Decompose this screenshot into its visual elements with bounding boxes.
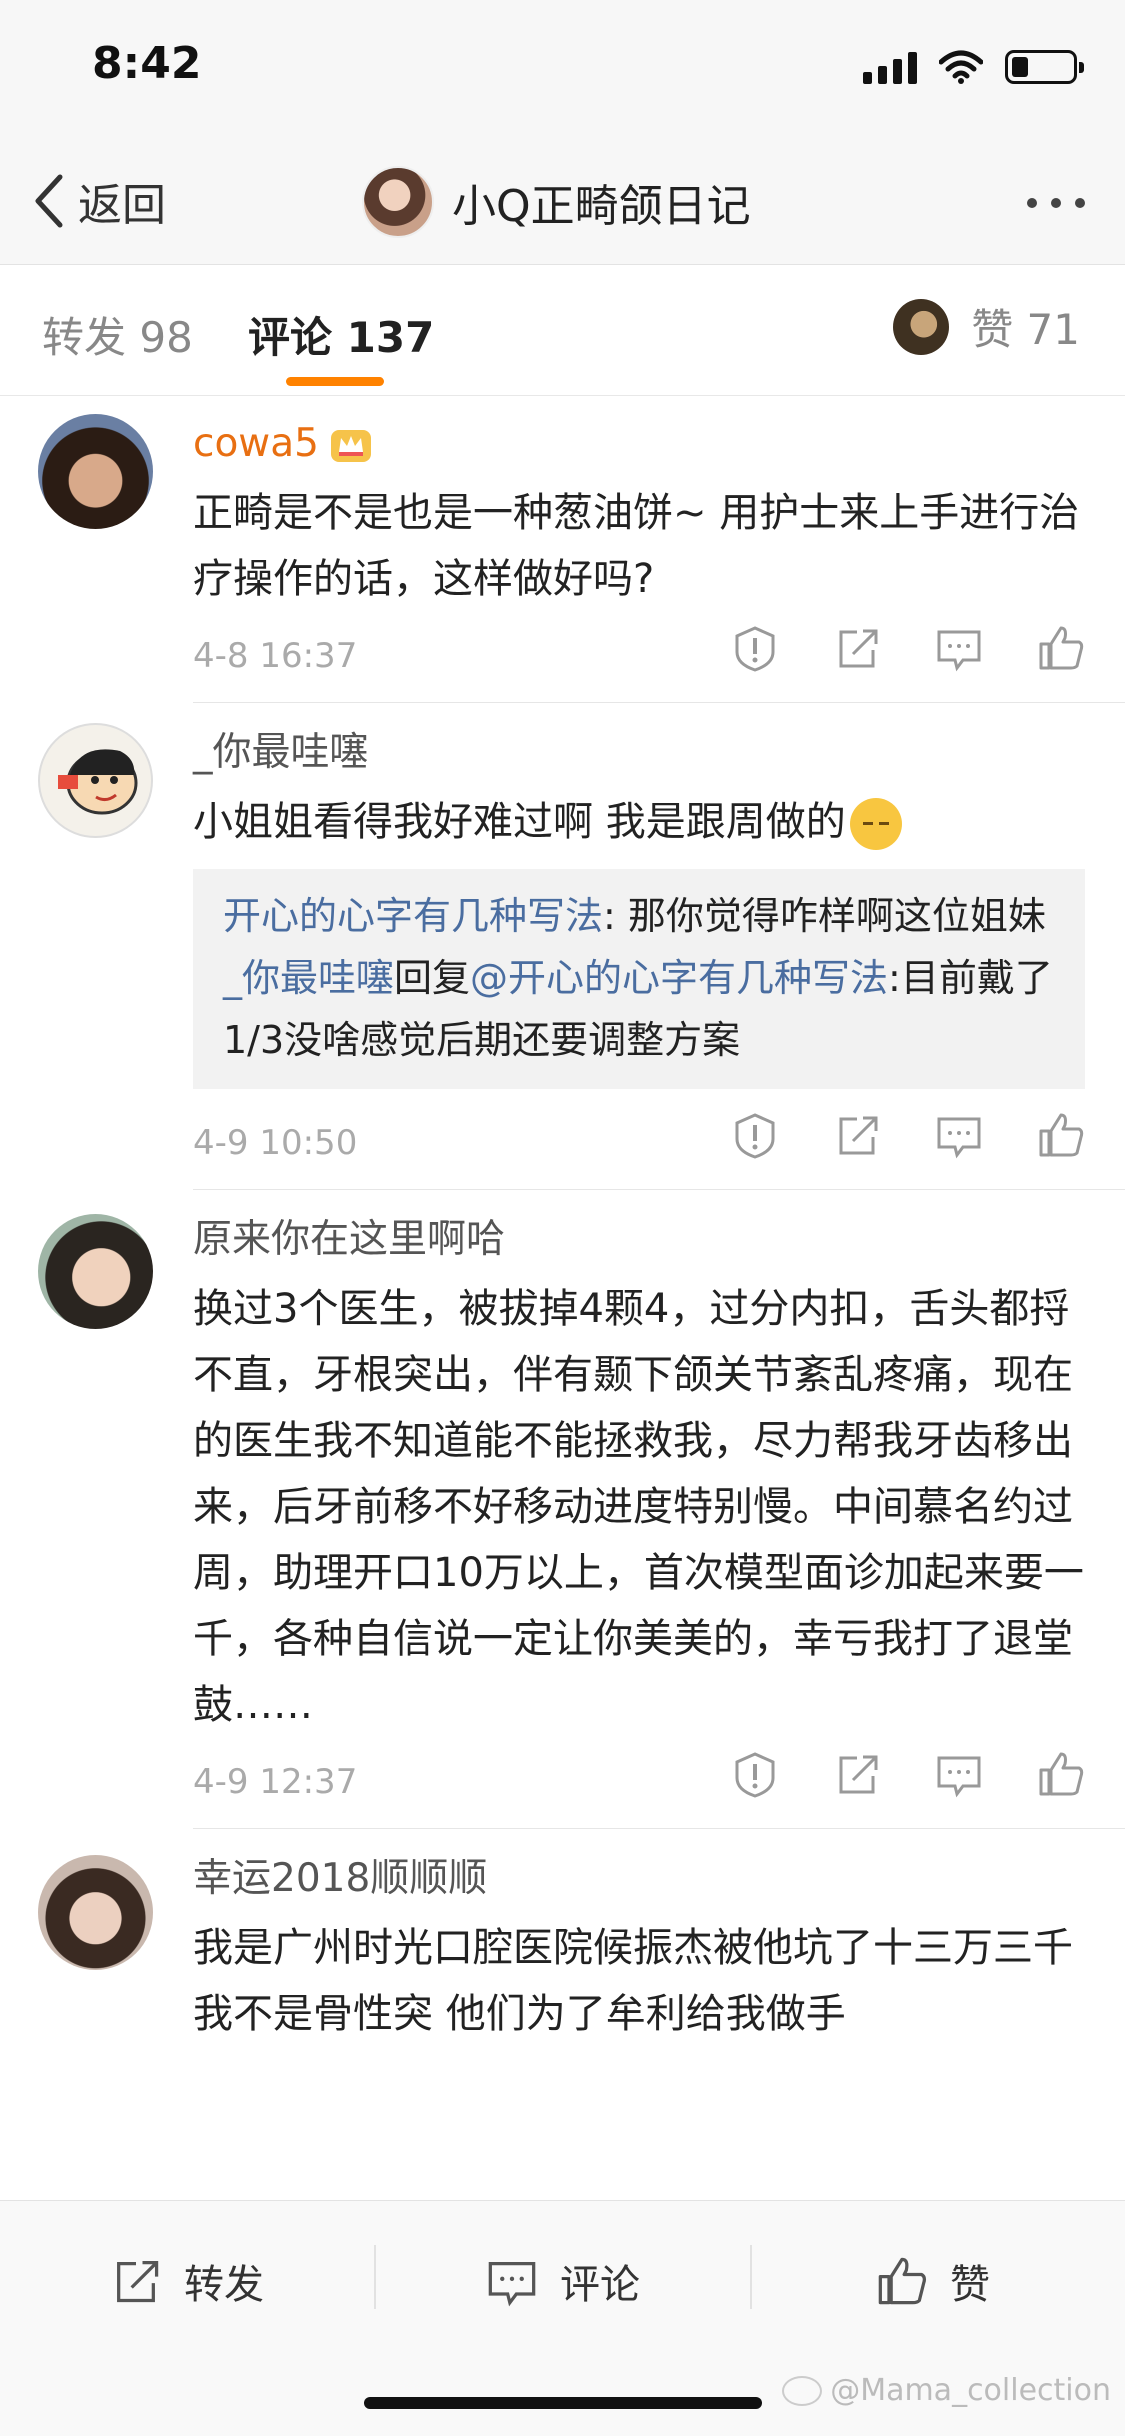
comment-actions (731, 624, 1085, 672)
repost-icon (117, 2260, 159, 2303)
reply-item: _你最哇噻回复@开心的心字有几种写法:目前戴了1/3没啥感觉后期还要调整方案 (223, 947, 1055, 1071)
back-button[interactable]: 返回 (30, 166, 166, 236)
share-icon[interactable] (833, 624, 881, 672)
avatar[interactable] (38, 1214, 153, 1329)
chevron-left-icon (35, 174, 63, 228)
page-title: 小Q正畸颌日记 (452, 181, 751, 232)
avatar[interactable] (38, 723, 153, 838)
sad-face-emoji-icon (849, 798, 902, 850)
status-time: 8:42 (92, 38, 202, 89)
home-indicator[interactable] (364, 2397, 762, 2409)
cartoon-avatar-icon (58, 749, 138, 815)
comment-text: 我是广州时光口腔医院候振杰被他坑了十三万三千 我不是骨性突 他们为了牟利给我做手 (193, 1925, 1073, 2037)
reply-icon[interactable] (935, 1111, 983, 1159)
like-icon[interactable] (1037, 1111, 1085, 1159)
comment-time: 4-8 16:37 (193, 636, 358, 676)
repost-label: 转发 (184, 2262, 264, 2308)
comment-username[interactable]: cowa5 (193, 414, 1085, 474)
share-icon[interactable] (833, 1111, 881, 1159)
bottom-action-bar: 转发 评论 赞 @Mama_collection (0, 2200, 1125, 2436)
vip-crown-icon (330, 430, 371, 462)
comment-time: 4-9 10:50 (193, 1123, 358, 1163)
comment-item: 幸运2018顺顺顺 我是广州时光口腔医院候振杰被他坑了十三万三千 我不是骨性突 … (0, 1829, 1125, 2047)
like-label: 赞 (950, 2262, 990, 2308)
report-icon[interactable] (731, 1111, 779, 1159)
reply-icon[interactable] (935, 624, 983, 672)
status-icons (863, 50, 1084, 84)
like-icon[interactable] (1037, 1750, 1085, 1798)
repost-button[interactable]: 转发 (110, 2249, 264, 2313)
bottom-bar-separator (374, 2245, 376, 2309)
comment-label: 评论 (560, 2262, 640, 2308)
share-icon[interactable] (833, 1750, 881, 1798)
comment-list[interactable]: cowa5 正畸是不是也是一种葱油饼~ 用护士来上手进行治疗操作的话，这样做好吗… (0, 396, 1125, 2200)
avatar[interactable] (38, 414, 153, 529)
reply-author[interactable]: 开心的心字有几种写法 (223, 894, 603, 938)
nav-title-group[interactable]: 小Q正畸颌日记 (362, 164, 751, 240)
reply-text: : 那你觉得咋样啊这位姐妹 (603, 894, 1046, 938)
back-label: 返回 (78, 180, 166, 231)
cellular-signal-icon (863, 50, 917, 84)
like-button[interactable]: 赞 (876, 2249, 990, 2313)
weibo-logo-icon (782, 2375, 823, 2406)
comment-username[interactable]: _你最哇噻 (193, 723, 1085, 783)
author-avatar[interactable] (362, 166, 434, 238)
reply-item: 开心的心字有几种写法: 那你觉得咋样啊这位姐妹 (223, 885, 1055, 947)
nav-bar: 返回 小Q正畸颌日记 (0, 140, 1125, 265)
reply-icon[interactable] (935, 1750, 983, 1798)
tab-likes[interactable]: 赞 71 (893, 296, 1080, 357)
comment-text: 换过3个医生，被拔掉4颗4，过分内扣，舌头都捋不直，牙根突出，伴有颞下颌关节紊乱… (193, 1286, 1084, 1728)
reply-verb: 回复 (394, 956, 471, 1000)
comment-button[interactable]: 评论 (486, 2249, 640, 2313)
reply-thread[interactable]: 开心的心字有几种写法: 那你觉得咋样啊这位姐妹 _你最哇噻回复@开心的心字有几种… (193, 869, 1085, 1089)
comment-username[interactable]: 幸运2018顺顺顺 (193, 1849, 1085, 1909)
active-tab-indicator (286, 377, 384, 386)
comment-item: 原来你在这里啊哈 换过3个医生，被拔掉4颗4，过分内扣，舌头都捋不直，牙根突出，… (0, 1190, 1125, 1828)
comment-item: _你最哇噻 小姐姐看得我好难过啊 我是跟周做的 开心的心字有几种写法: 那你觉得… (0, 703, 1125, 1189)
like-icon[interactable] (1037, 624, 1085, 672)
tab-comments[interactable]: 评论 137 (248, 304, 434, 365)
username-text: cowa5 (193, 421, 319, 466)
comment-meta: 4-9 10:50 (193, 1099, 1085, 1189)
tab-likes-label: 赞 71 (971, 305, 1080, 354)
reply-mention[interactable]: @开心的心字有几种写法 (470, 956, 888, 1000)
comment-username[interactable]: 原来你在这里啊哈 (193, 1210, 1085, 1270)
comment-actions (731, 1750, 1085, 1798)
tab-bar: 转发 98 评论 137 赞 71 (0, 266, 1125, 396)
tab-reposts[interactable]: 转发 98 (42, 304, 193, 365)
comment-time: 4-9 12:37 (193, 1762, 358, 1802)
avatar[interactable] (38, 1855, 153, 1970)
report-icon[interactable] (731, 624, 779, 672)
wifi-icon (939, 50, 983, 84)
comment-meta: 4-9 12:37 (193, 1738, 1085, 1828)
report-icon[interactable] (731, 1750, 779, 1798)
reply-author[interactable]: _你最哇噻 (223, 956, 394, 1000)
more-options-icon[interactable] (1027, 198, 1085, 208)
watermark: @Mama_collection (782, 2373, 1111, 2408)
watermark-text: @Mama_collection (830, 2373, 1111, 2408)
comment-meta: 4-8 16:37 (193, 612, 1085, 702)
liker-avatar (893, 298, 950, 355)
comment-item: cowa5 正畸是不是也是一种葱油饼~ 用护士来上手进行治疗操作的话，这样做好吗… (0, 396, 1125, 702)
comment-actions (731, 1111, 1085, 1159)
comment-icon (488, 2262, 536, 2307)
comment-text: 小姐姐看得我好难过啊 我是跟周做的 (193, 789, 1085, 855)
battery-icon (1005, 50, 1084, 84)
status-bar: 8:42 (0, 0, 1125, 140)
bottom-bar-separator (750, 2245, 752, 2309)
comment-text-content: 小姐姐看得我好难过啊 我是跟周做的 (193, 799, 846, 845)
comment-text: 正畸是不是也是一种葱油饼~ 用护士来上手进行治疗操作的话，这样做好吗? (193, 490, 1080, 602)
thumbs-up-icon (878, 2257, 927, 2305)
